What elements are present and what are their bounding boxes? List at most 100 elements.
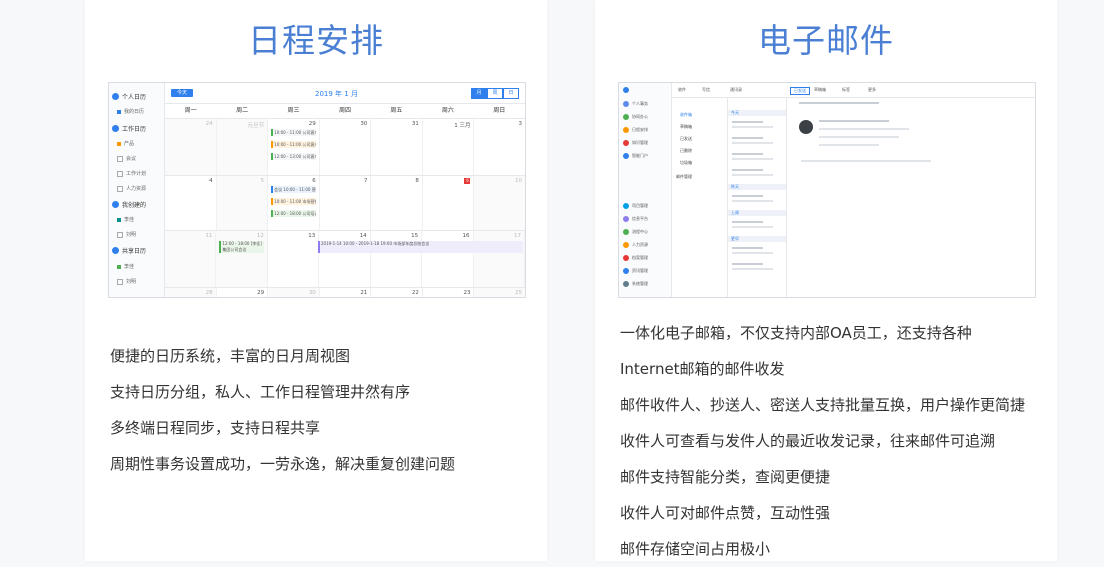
feature-item: 收件人可查看与发件人的最近收发记录，往来邮件可追溯 — [620, 432, 996, 450]
day-cell: 22 — [371, 288, 423, 297]
day-cell: 6 会议 10:00 - 11:00 营销讨论 10:00 - 11:00 市场… — [268, 176, 320, 230]
flow-icon — [623, 229, 629, 235]
today-badge: 6 — [464, 178, 471, 184]
day-cell: 29 10:00 - 11:00 公司客户拜访 10:00 - 11:00 公司… — [268, 119, 320, 175]
weekday-label: 周日 — [493, 107, 506, 114]
weekday-label: 周五 — [390, 107, 403, 114]
day-cell: 30 — [268, 288, 320, 297]
list-section: 昨天 — [728, 184, 786, 190]
color-swatch-icon — [117, 185, 123, 192]
color-swatch-icon — [117, 231, 123, 238]
project-icon — [623, 203, 629, 209]
share-icon — [112, 247, 119, 254]
day-cell: 25 — [474, 288, 525, 297]
feature-item: 邮件存储空间占用极小 — [620, 540, 771, 558]
day-cell: 7 — [320, 176, 372, 230]
email-card-title: 电子邮件 — [758, 21, 894, 60]
calendar-group-shared: 共享日历 — [112, 246, 146, 255]
today-button: 今天 — [171, 89, 193, 97]
day-cell: 11 — [165, 231, 217, 287]
calendar-event: 10:00 - 11:00 市场营销报告 — [271, 198, 316, 205]
calendar-item: 工作计划 — [117, 170, 146, 177]
settings-icon — [623, 281, 629, 287]
email-feature-list: 一体化电子邮箱，不仅支持内部OA员工，还支持各种 Internet邮箱的邮件收发… — [620, 315, 1025, 567]
day-cell: 23 — [423, 288, 475, 297]
color-swatch-icon — [117, 170, 123, 177]
week-view-button: 周 — [487, 88, 503, 99]
nav-item: 个人事务 — [623, 101, 648, 107]
calendar-item: 人力资源 — [117, 185, 146, 192]
weekday-header: 周一 周二 周三 周四 周五 周六 周日 — [165, 104, 525, 119]
book-icon — [623, 140, 629, 146]
feature-item: 一体化电子邮箱，不仅支持内部OA员工，还支持各种 — [620, 324, 972, 342]
calendar-feature-card: 日程安排 个人日历 我的日历 工作日历 产品 会议 工作计划 人力资源 我创建的… — [85, 0, 547, 561]
day-cell: 24 — [165, 119, 217, 175]
day-cell: 6 — [423, 176, 475, 230]
feature-item: 支持日历分组，私人、工作日程管理井然有序 — [110, 383, 411, 401]
week-row: 4 5 6 会议 10:00 - 11:00 营销讨论 10:00 - 11:0… — [165, 176, 525, 231]
day-cell: 10 — [474, 176, 525, 230]
nav-item — [623, 87, 629, 93]
list-section: 上周 — [728, 210, 786, 216]
toolbar-item: 写信 — [702, 87, 710, 92]
day-cell: 17 — [473, 231, 525, 287]
nav-item: 项目管理 — [623, 203, 648, 209]
avatar — [799, 120, 813, 134]
app-logo-icon — [623, 87, 629, 93]
folder-item: 垃圾箱 — [680, 160, 692, 165]
calendar-toolbar: 今天 2019 年 1 月 月 周 日 — [165, 83, 525, 104]
list-item — [732, 244, 783, 258]
briefcase-icon — [112, 125, 119, 132]
view-switcher: 月 周 日 — [471, 88, 519, 99]
folder-item: 草稿箱 — [680, 124, 692, 129]
calendar-event: 10:00 - 11:00 公司客户拜访 — [271, 141, 316, 148]
nav-item: 流程中心 — [623, 229, 648, 235]
week-row: 11 12 12:00 - 18:00 [李佳] 集团公司会议 13 14 15… — [165, 231, 525, 288]
nav-item: 档案管理 — [623, 255, 648, 261]
feature-item: 邮件收件人、抄送人、密送人支持批量互换，用户操作更简捷 — [620, 396, 1026, 414]
month-view-button: 月 — [471, 88, 487, 99]
month-grid: 周一 周二 周三 周四 周五 周六 周日 24 元旦节 29 10:00 - 1… — [165, 104, 525, 297]
feature-item: Internet邮箱的邮件收发 — [620, 360, 785, 378]
toolbar-item: 更多 — [868, 87, 876, 92]
week-row: 24 元旦节 29 10:00 - 11:00 公司客户拜访 10:00 - 1… — [165, 119, 525, 176]
calendar-sidebar: 个人日历 我的日历 工作日历 产品 会议 工作计划 人力资源 我创建的 李佳 刘… — [109, 83, 165, 297]
calendar-group-work: 工作日历 — [112, 124, 146, 133]
weekday-label: 周一 — [184, 107, 197, 114]
calendar-icon — [623, 127, 629, 133]
day-cell: 29 — [217, 288, 269, 297]
folder-item: 邮件管理 — [676, 174, 692, 179]
feature-item: 周期性事务设置成功，一劳永逸，解决重复创建问题 — [110, 455, 456, 473]
calendar-item: 刘明 — [117, 278, 136, 285]
weekday-label: 周六 — [441, 107, 454, 114]
archive-icon — [623, 255, 629, 261]
folder-item: 已发送 — [680, 136, 692, 141]
list-item — [732, 218, 783, 232]
info-icon — [623, 216, 629, 222]
calendar-group-created: 我创建的 — [112, 200, 146, 209]
day-cell: 4 — [165, 176, 217, 230]
day-cell: 15 — [371, 231, 423, 287]
weekday-label: 周三 — [287, 107, 300, 114]
color-swatch-icon — [117, 109, 121, 114]
nav-item: 系统管理 — [623, 281, 648, 287]
feature-item: 便捷的日历系统，丰富的日月周视图 — [110, 347, 351, 365]
color-swatch-icon — [117, 264, 121, 269]
doc-icon — [623, 114, 629, 120]
color-swatch-icon — [117, 155, 123, 162]
list-section: 更早 — [728, 236, 786, 242]
weekday-label: 周二 — [236, 107, 249, 114]
calendar-item: 李佳 — [117, 216, 134, 223]
calendar-event: 12:00 - 13:00 公司客户拜访 — [271, 153, 316, 160]
toolbar-item: 标签 — [842, 87, 850, 92]
day-cell: 30 — [320, 119, 372, 175]
mail-reading-pane — [787, 98, 1035, 297]
nav-item: 知识管理 — [623, 140, 648, 146]
feature-item: 多终端日程同步，支持日程共享 — [110, 419, 321, 437]
portal-icon — [623, 153, 629, 159]
calendar-item: 会议 — [117, 155, 136, 162]
list-item — [732, 260, 783, 274]
folder-item: 已删除 — [680, 148, 692, 153]
list-section: 今天 — [728, 110, 786, 116]
mail-list: 今天 昨天 上周 更早 — [728, 98, 787, 297]
